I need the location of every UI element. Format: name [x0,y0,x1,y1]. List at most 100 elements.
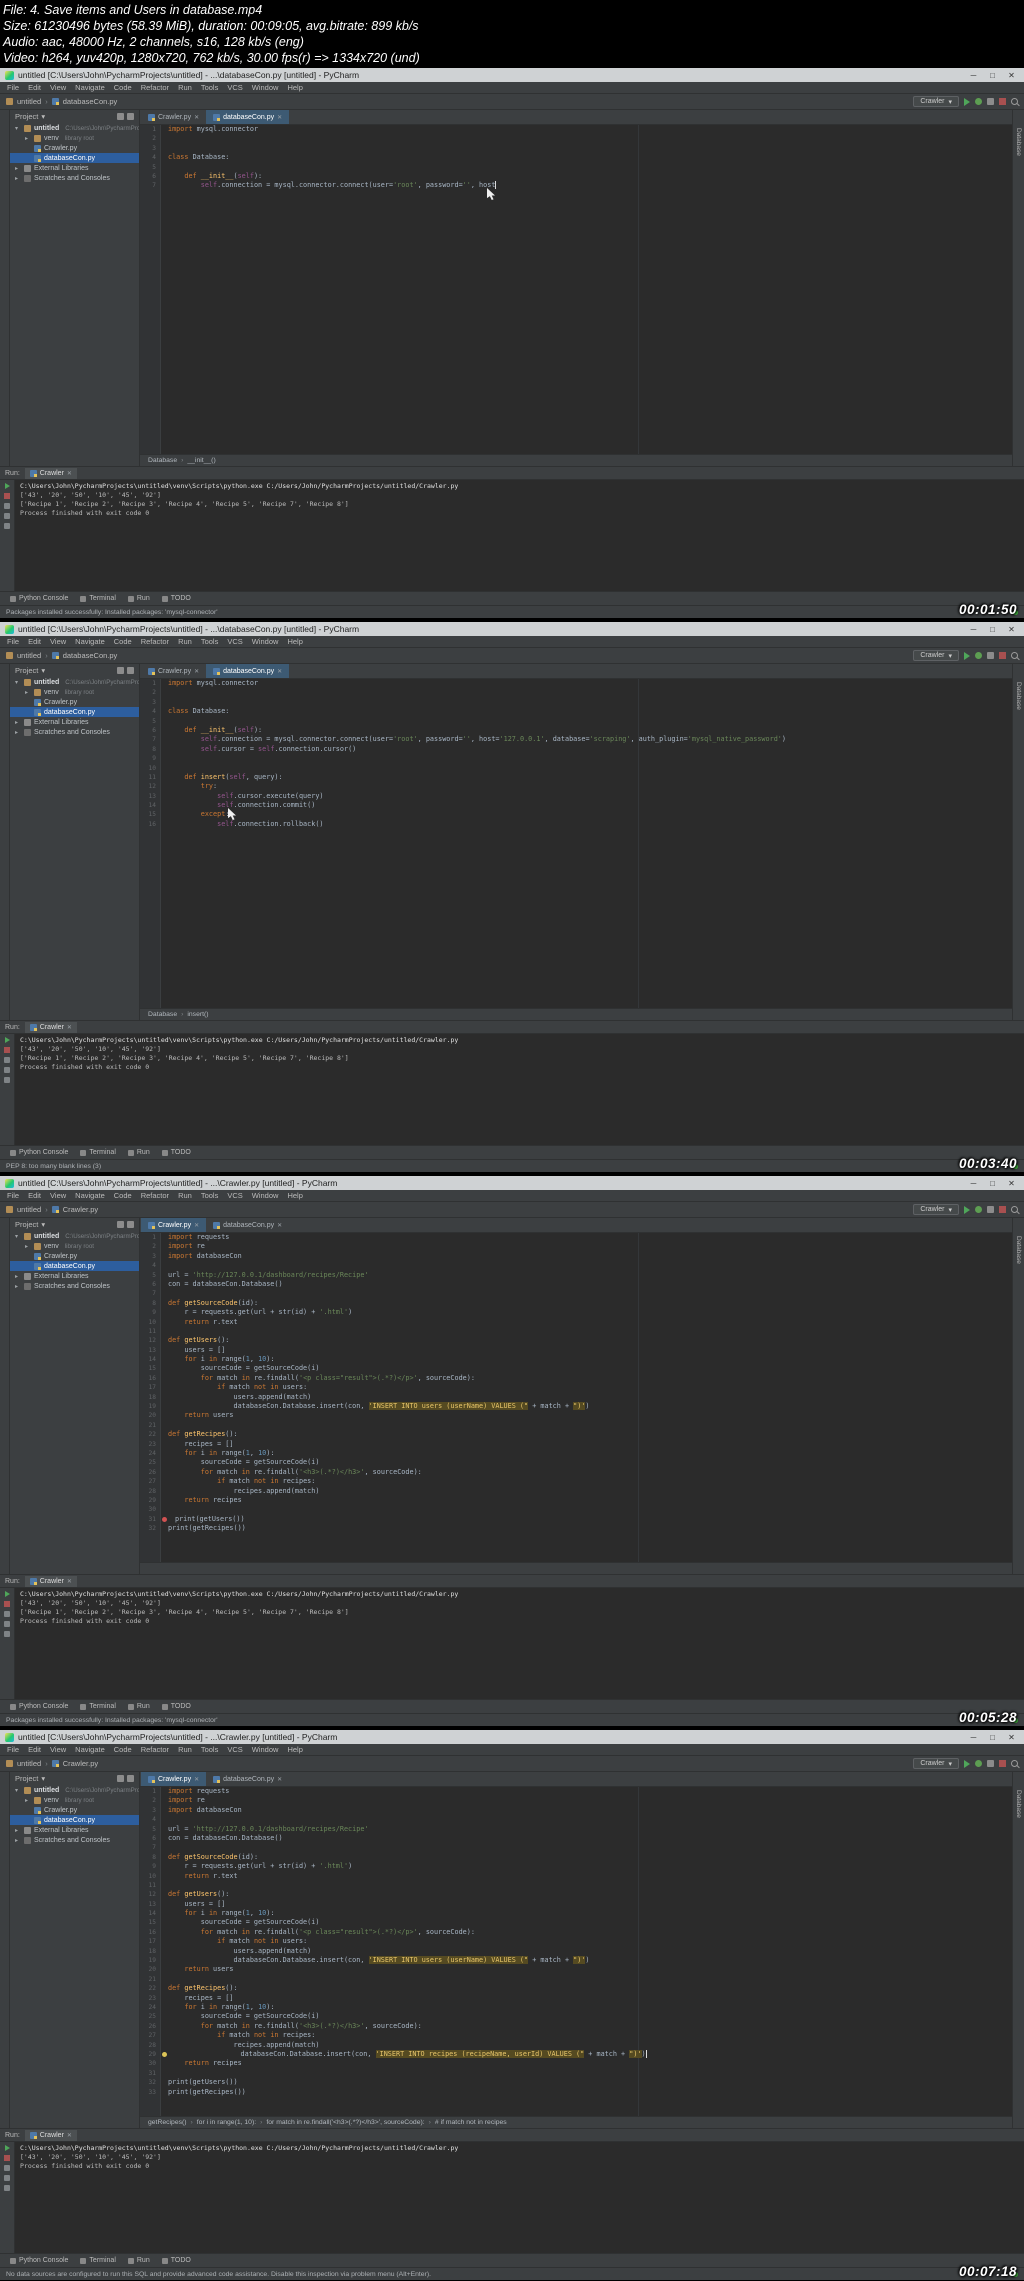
breadcrumb-item[interactable]: Database [148,1011,177,1018]
tree-item-databasecon-py[interactable]: databaseCon.py [10,1815,139,1825]
run-tab[interactable]: Crawler ✕ [24,2129,77,2141]
stop-button[interactable] [999,1206,1006,1213]
menu-item[interactable]: Tools [201,83,219,92]
menu-item[interactable]: Navigate [75,1191,105,1200]
tree-item-external-libraries[interactable]: ▸ External Libraries [10,717,139,727]
breadcrumb-item[interactable]: __init__() [187,457,215,464]
menu-item[interactable]: VCS [227,1745,242,1754]
tree-item-untitled[interactable]: ▾ untitled C:\Users\John\PycharmProjects\u… [10,123,139,133]
menu-item[interactable]: Edit [28,1191,41,1200]
console-settings-icon[interactable] [4,1631,10,1637]
menu-item[interactable]: Window [252,1745,279,1754]
stop-button[interactable] [4,1047,10,1053]
toolwindow-button-todo[interactable]: TODO [161,2257,191,2264]
menu-item[interactable]: Tools [201,1191,219,1200]
run-button[interactable] [964,651,970,660]
restore-layout-icon[interactable] [4,2165,10,2171]
editor-tab-crawler-py[interactable]: Crawler.py ✕ [141,1218,207,1232]
run-button[interactable] [964,1205,970,1214]
nav-project-crumb[interactable]: untitled [17,651,41,660]
toolwindow-button-python-console[interactable]: Python Console [10,595,68,602]
pin-tab-icon[interactable] [4,1067,10,1073]
restore-layout-icon[interactable] [4,1611,10,1617]
tab-close-icon[interactable]: ✕ [277,668,282,675]
console-settings-icon[interactable] [4,523,10,529]
nav-project-crumb[interactable]: untitled [17,1205,41,1214]
menu-item[interactable]: Refactor [141,83,169,92]
editor-tab-crawler-py[interactable]: Crawler.py ✕ [141,1772,207,1786]
collapse-all-icon[interactable] [127,667,134,674]
left-toolwindow-stripe[interactable] [0,110,10,466]
settings-gear-icon[interactable] [117,113,124,120]
tree-item-crawler-py[interactable]: Crawler.py [10,697,139,707]
code-editor[interactable]: 1 import requests 2 import re 3 import databa… [140,1233,1012,1562]
menu-item[interactable]: Navigate [75,637,105,646]
run-tab[interactable]: Crawler ✕ [24,1575,77,1587]
chevron-down-icon[interactable]: ▾ [41,1774,45,1783]
run-button[interactable] [964,97,970,106]
editor-tab-databasecon-py[interactable]: databaseCon.py ✕ [206,110,290,124]
database-toolwindow-button[interactable]: Database [1015,128,1022,466]
console-settings-icon[interactable] [4,1077,10,1083]
debug-button[interactable] [975,1206,982,1213]
collapse-all-icon[interactable] [127,1775,134,1782]
menu-item[interactable]: Edit [28,83,41,92]
menu-item[interactable]: Window [252,83,279,92]
console-output[interactable]: C:\Users\John\PycharmProjects\untitled\v… [15,480,1024,591]
breadcrumb-item[interactable]: for match in re.findall('<h3>(.*?)</h3>'… [266,2119,424,2126]
menu-item[interactable]: Code [114,637,132,646]
settings-gear-icon[interactable] [117,1775,124,1782]
menu-item[interactable]: Refactor [141,1745,169,1754]
close-icon[interactable]: ✕ [67,1578,72,1585]
settings-gear-icon[interactable] [117,667,124,674]
nav-file-crumb[interactable]: databaseCon.py [63,651,118,660]
close-button[interactable]: ✕ [1004,71,1019,80]
chevron-down-icon[interactable]: ▾ [41,666,45,675]
menu-item[interactable]: Navigate [75,83,105,92]
toolwindow-button-run[interactable]: Run [127,2257,150,2264]
rerun-button[interactable] [4,1037,10,1043]
menu-item[interactable]: VCS [227,1191,242,1200]
debug-button[interactable] [975,98,982,105]
tree-item-external-libraries[interactable]: ▸ External Libraries [10,1271,139,1281]
menu-item[interactable]: File [7,1191,19,1200]
run-config-selector[interactable]: Crawler ▾ [913,1204,959,1215]
menu-item[interactable]: View [50,1191,66,1200]
toolwindow-button-terminal[interactable]: Terminal [80,1703,116,1710]
run-config-selector[interactable]: Crawler ▾ [913,1758,959,1769]
search-icon[interactable] [1011,652,1018,659]
maximize-button[interactable]: □ [985,71,1000,80]
coverage-button[interactable] [987,1760,994,1767]
menu-item[interactable]: File [7,637,19,646]
coverage-button[interactable] [987,652,994,659]
toolwindow-button-terminal[interactable]: Terminal [80,595,116,602]
collapse-all-icon[interactable] [127,1221,134,1228]
maximize-button[interactable]: □ [985,1733,1000,1742]
stop-button[interactable] [4,2155,10,2161]
tree-item-external-libraries[interactable]: ▸ External Libraries [10,1825,139,1835]
console-output[interactable]: C:\Users\John\PycharmProjects\untitled\v… [15,1034,1024,1145]
menu-item[interactable]: Edit [28,1745,41,1754]
pin-tab-icon[interactable] [4,1621,10,1627]
console-settings-icon[interactable] [4,2185,10,2191]
close-button[interactable]: ✕ [1004,1733,1019,1742]
editor-tab-crawler-py[interactable]: Crawler.py ✕ [141,110,206,124]
close-icon[interactable]: ✕ [67,1024,72,1031]
chevron-down-icon[interactable]: ▾ [41,1220,45,1229]
toolwindow-button-python-console[interactable]: Python Console [10,1149,68,1156]
menu-item[interactable]: Help [287,83,302,92]
editor-tab-databasecon-py[interactable]: databaseCon.py ✕ [206,664,290,678]
restore-layout-icon[interactable] [4,503,10,509]
breadcrumb-item[interactable]: for i in range(1, 10): [197,2119,256,2126]
left-toolwindow-stripe[interactable] [0,1772,10,2128]
database-toolwindow-button[interactable]: Database [1015,1236,1022,1574]
menu-item[interactable]: Help [287,1191,302,1200]
tree-item-databasecon-py[interactable]: databaseCon.py [10,153,139,163]
left-toolwindow-stripe[interactable] [0,1218,10,1574]
breadcrumb-item[interactable]: # if match not in recipes [435,2119,507,2126]
stop-button[interactable] [999,652,1006,659]
menu-item[interactable]: Run [178,1191,192,1200]
rerun-button[interactable] [4,2145,10,2151]
menu-item[interactable]: Code [114,1191,132,1200]
rerun-button[interactable] [4,1591,10,1597]
